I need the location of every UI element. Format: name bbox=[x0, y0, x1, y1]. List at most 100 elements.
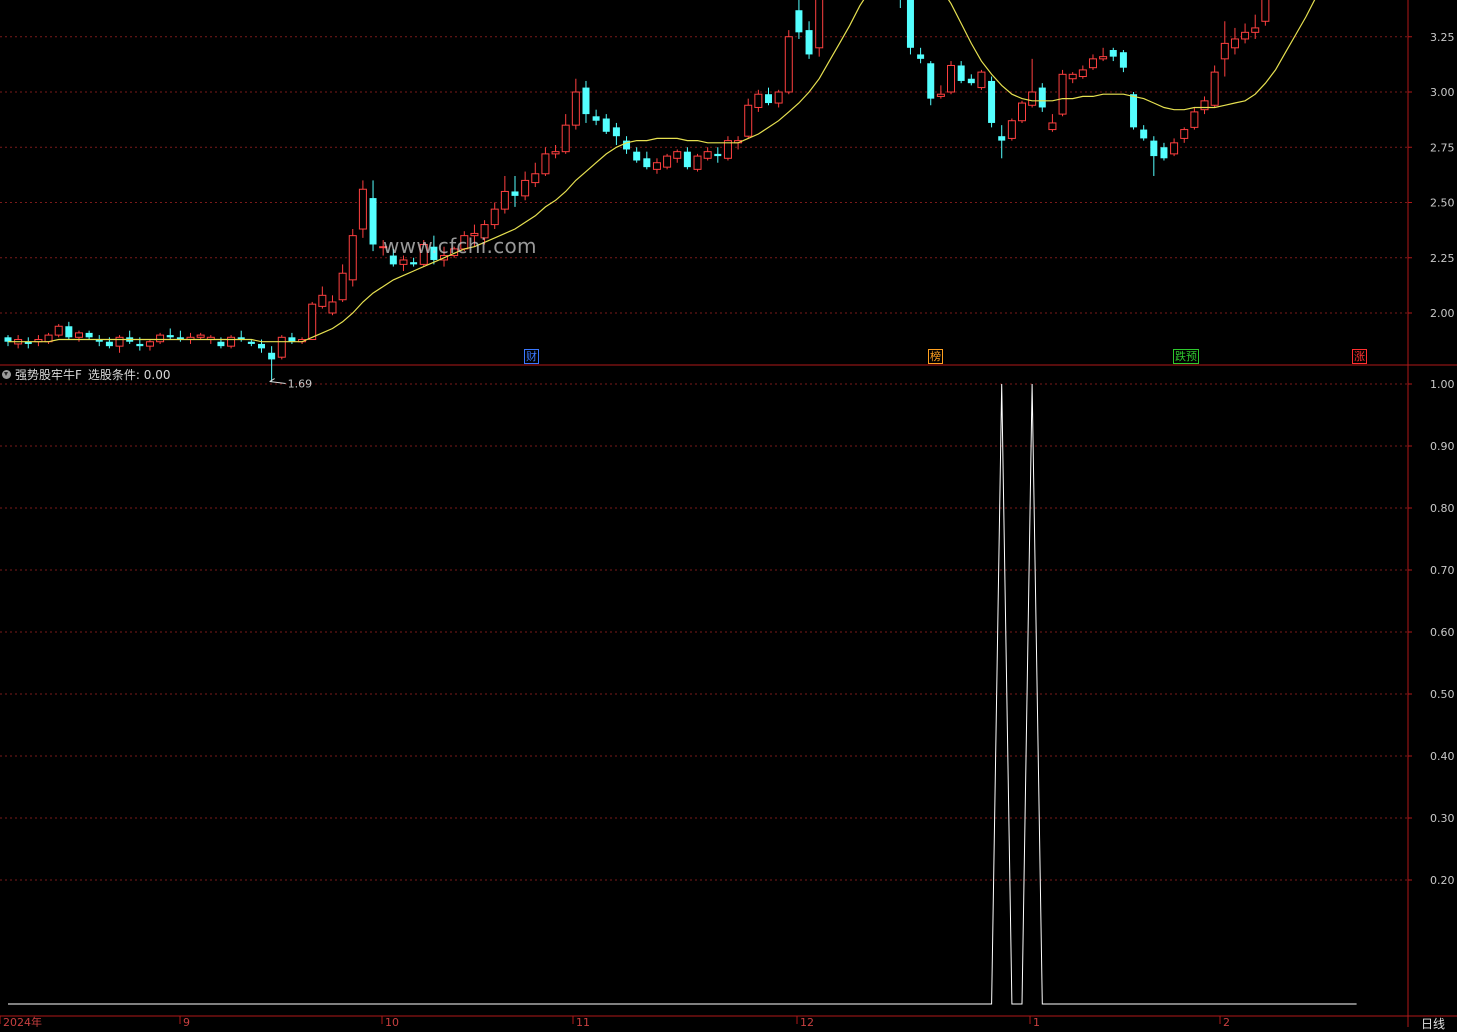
candle bbox=[115, 335, 124, 353]
candle bbox=[815, 0, 824, 57]
candle bbox=[369, 180, 377, 252]
candle bbox=[1210, 65, 1219, 108]
candle-body bbox=[65, 326, 73, 338]
candle bbox=[1078, 65, 1087, 79]
candle-body bbox=[998, 136, 1006, 141]
candle bbox=[1140, 125, 1148, 141]
candle bbox=[1119, 50, 1127, 73]
candle-body bbox=[358, 188, 367, 230]
candle-body bbox=[1109, 50, 1117, 57]
price-tick-label: 3.25 bbox=[1430, 31, 1455, 44]
indicator-tick-label: 0.60 bbox=[1430, 626, 1455, 639]
candle-body bbox=[784, 36, 793, 93]
candle-body bbox=[1160, 147, 1168, 159]
indicator-tick-label: 0.50 bbox=[1430, 688, 1455, 701]
candle bbox=[54, 324, 63, 338]
candle bbox=[511, 175, 519, 207]
candle bbox=[531, 162, 540, 188]
candle-body bbox=[258, 343, 265, 349]
candle-body bbox=[1130, 94, 1138, 128]
candle bbox=[358, 180, 367, 238]
candle-body bbox=[105, 341, 113, 347]
event-marker-ranking[interactable]: 榜 bbox=[928, 349, 943, 364]
candle bbox=[663, 153, 672, 170]
candle bbox=[4, 335, 12, 347]
candle-body bbox=[1150, 140, 1158, 157]
candle bbox=[703, 147, 712, 161]
candle-body bbox=[500, 190, 509, 210]
candle bbox=[145, 339, 154, 351]
candle bbox=[308, 301, 317, 341]
candle-body bbox=[1018, 102, 1026, 122]
indicator-title[interactable]: 强势股牢牛F 选股条件: 0.00 bbox=[0, 366, 170, 382]
candle bbox=[977, 69, 986, 90]
candle-body bbox=[571, 91, 580, 126]
candle bbox=[774, 89, 783, 108]
event-marker-fall-warning[interactable]: 跌预 bbox=[1173, 349, 1199, 364]
candle-body bbox=[977, 71, 986, 89]
candle-body bbox=[774, 91, 783, 104]
candle-body bbox=[511, 191, 519, 196]
candle-body bbox=[1048, 122, 1057, 131]
candle bbox=[927, 61, 935, 106]
candle-body bbox=[765, 94, 772, 104]
dropdown-icon[interactable] bbox=[2, 369, 11, 379]
candle-body bbox=[1170, 142, 1179, 155]
candle-body bbox=[673, 151, 682, 159]
indicator-tick-label: 1.00 bbox=[1430, 378, 1455, 391]
indicator-value: 选股条件: 0.00 bbox=[87, 367, 171, 382]
candle-body bbox=[1230, 38, 1239, 49]
candle-body bbox=[815, 0, 824, 49]
candle bbox=[643, 151, 651, 170]
date-label: 12 bbox=[800, 1016, 814, 1027]
candle bbox=[1190, 107, 1199, 130]
candle bbox=[582, 80, 590, 123]
candle-body bbox=[4, 337, 12, 342]
candle-body bbox=[166, 335, 174, 338]
candle-body bbox=[156, 334, 165, 343]
candle bbox=[1150, 136, 1158, 176]
candle bbox=[623, 136, 631, 154]
candle-body bbox=[927, 63, 935, 99]
candle-body bbox=[247, 341, 255, 344]
candle-body bbox=[338, 272, 347, 301]
candle-body bbox=[318, 294, 327, 307]
candle bbox=[1099, 47, 1108, 62]
candle bbox=[186, 332, 195, 344]
candle bbox=[500, 175, 509, 214]
ma-line bbox=[8, 0, 1316, 343]
candle-body bbox=[947, 64, 956, 93]
date-label: 11 bbox=[576, 1016, 590, 1027]
candle bbox=[1068, 72, 1077, 84]
candle-body bbox=[145, 341, 154, 347]
candle-body bbox=[217, 341, 225, 347]
candle bbox=[683, 147, 691, 170]
candle-body bbox=[936, 93, 945, 97]
candle bbox=[1160, 142, 1168, 161]
candle bbox=[268, 346, 276, 382]
candle bbox=[652, 158, 661, 174]
candle-body bbox=[85, 332, 93, 338]
candle bbox=[521, 171, 530, 201]
date-label: 9 bbox=[183, 1016, 190, 1027]
candle bbox=[633, 147, 641, 163]
candle-body bbox=[551, 151, 560, 155]
candle bbox=[1230, 27, 1239, 55]
candle-body bbox=[74, 332, 83, 338]
candle-body bbox=[582, 87, 590, 115]
candle-body bbox=[663, 155, 672, 168]
candle bbox=[1241, 23, 1250, 44]
event-marker-rise[interactable]: 涨 bbox=[1352, 349, 1367, 364]
candle bbox=[765, 87, 772, 106]
stock-chart[interactable]: 2.002.252.502.753.003.253.503.754.004.25… bbox=[0, 0, 1457, 1027]
candle bbox=[899, 0, 901, 9]
candle bbox=[196, 332, 205, 340]
candle-body bbox=[521, 179, 530, 197]
candle-body bbox=[288, 337, 296, 342]
candle-body bbox=[1261, 0, 1270, 22]
indicator-tick-label: 0.70 bbox=[1430, 564, 1455, 577]
candle-body bbox=[643, 158, 651, 168]
candle-body bbox=[1140, 129, 1148, 139]
event-marker-finance[interactable]: 财 bbox=[524, 349, 539, 364]
period-label[interactable]: 日线 bbox=[1421, 1015, 1445, 1032]
